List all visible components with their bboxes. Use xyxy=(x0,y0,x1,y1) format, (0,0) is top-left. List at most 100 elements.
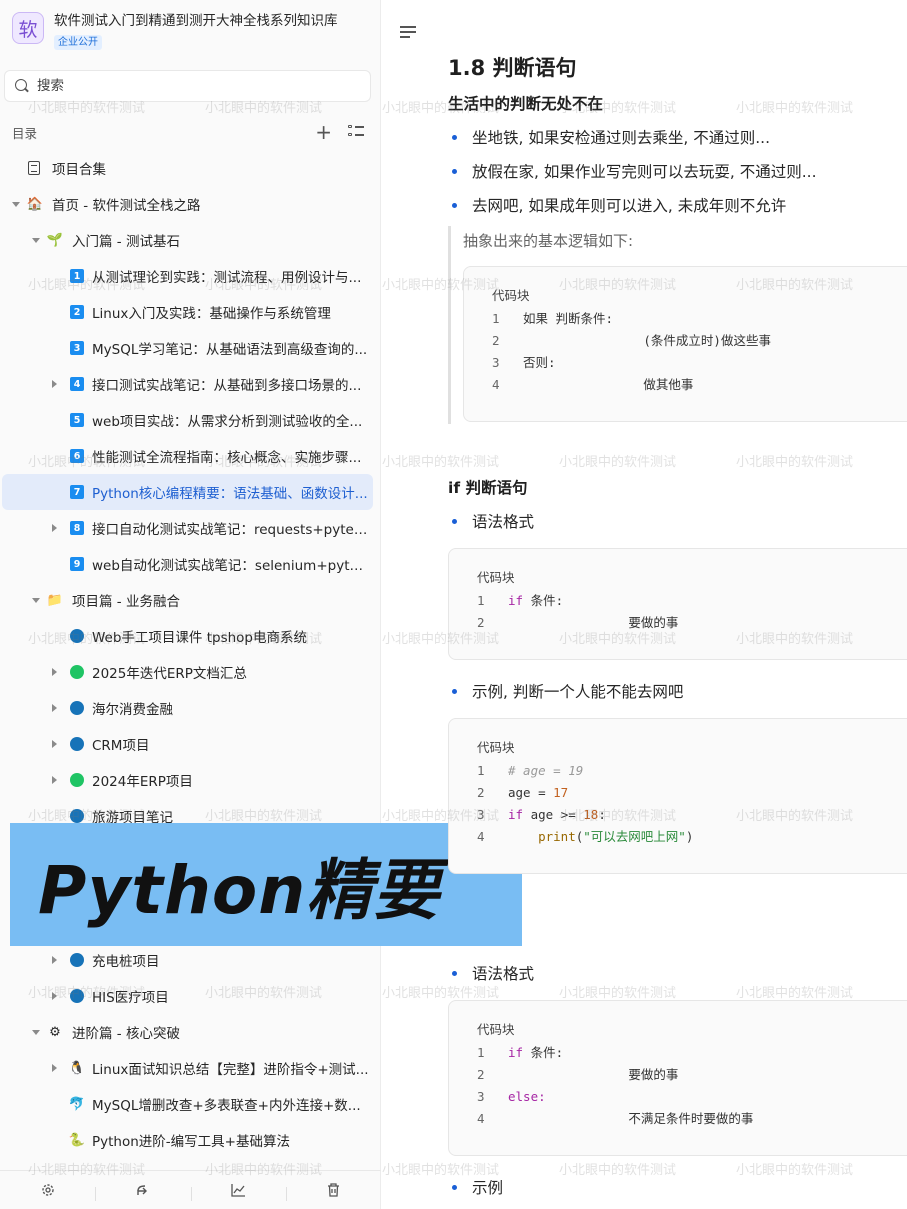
toc-item[interactable]: 7 Python核心编程精要：语法基础、函数设计... xyxy=(2,474,373,510)
code-line: 3 if age >= 18: xyxy=(477,807,606,822)
caret-right-icon[interactable] xyxy=(52,524,57,532)
kb-avatar: 软 xyxy=(12,12,44,44)
code-block[interactable]: 代码块 1 # age = 19 2 age = 17 3 if age >= 18:… xyxy=(448,718,907,874)
toc-item[interactable]: 2 Linux入门及实践：基础操作与系统管理 xyxy=(2,294,373,330)
toc-item-label: 2025年迭代ERP文档汇总 xyxy=(92,666,247,682)
toc-item-label: 接口测试实战笔记：从基础到多接口场景的... xyxy=(92,378,362,394)
caret-down-icon[interactable] xyxy=(32,238,40,243)
number-badge-icon: 8 xyxy=(70,521,84,535)
toc-item-label: 充电桩项目 xyxy=(92,954,160,970)
caret-right-icon[interactable] xyxy=(52,992,57,1000)
toc-item-label: 2024年ERP项目 xyxy=(92,774,193,790)
list-item: 去网吧, 如果成年则可以进入, 未成年则不允许 xyxy=(448,194,786,216)
toc-item[interactable]: 充电桩项目 xyxy=(2,942,373,978)
toc-item[interactable]: 🐧 Linux面试知识总结【完整】进阶指令+测试... xyxy=(2,1050,373,1086)
toc-item[interactable]: CRM项目 xyxy=(2,726,373,762)
banner-text: Python精要 xyxy=(38,851,441,929)
caret-down-icon[interactable] xyxy=(32,1030,40,1035)
globe-dot-icon xyxy=(70,989,84,1003)
toc-header: 目录 + xyxy=(12,122,364,142)
sidebar: 软 软件测试入门到精通到测开大神全栈系列知识库 企业公开 目录 + 项目合集 🏠 首… xyxy=(0,0,381,1209)
toc-item-label: 首页 - 软件测试全栈之路 xyxy=(52,198,201,214)
toc-item-label: Linux面试知识总结【完整】进阶指令+测试... xyxy=(92,1062,369,1078)
toc-item[interactable]: 1 从测试理论到实践：测试流程、用例设计与... xyxy=(2,258,373,294)
caret-right-icon[interactable] xyxy=(52,956,57,964)
toc-item[interactable]: Web手工项目课件 tpshop电商系统 xyxy=(2,618,373,654)
emoji-icon: 🐬 xyxy=(68,1096,86,1112)
list-item: 语法格式 xyxy=(448,962,534,984)
emoji-icon: 📁 xyxy=(46,592,64,608)
number-badge-icon: 6 xyxy=(70,449,84,463)
globe-dot-icon xyxy=(70,773,84,787)
share-icon[interactable] xyxy=(95,1183,190,1201)
code-line: 4 print("可以去网吧上网") xyxy=(477,829,694,844)
number-badge-icon: 4 xyxy=(70,377,84,391)
code-block[interactable]: 代码块 1 if 条件: 2 要做的事 3 else: 4 不满足条件时要做的事 xyxy=(448,1000,907,1156)
emoji-icon: 🏠 xyxy=(26,196,44,212)
toc-item[interactable]: 6 性能测试全流程指南：核心概念、实施步骤... xyxy=(2,438,373,474)
menu-icon[interactable] xyxy=(400,26,416,38)
globe-dot-icon xyxy=(70,665,84,679)
trash-icon[interactable] xyxy=(285,1183,381,1201)
code-line: 4 做其他事 xyxy=(492,377,694,392)
toc-item[interactable]: 9 web自动化测试实战笔记：selenium+pytes... xyxy=(2,546,373,582)
settings-icon[interactable] xyxy=(0,1183,95,1197)
search-icon xyxy=(15,79,29,93)
toc-item[interactable]: 🐬 MySQL增删改查+多表联查+内外连接+数... xyxy=(2,1086,373,1122)
caret-down-icon[interactable] xyxy=(12,202,20,207)
toc-item[interactable]: 4 接口测试实战笔记：从基础到多接口场景的... xyxy=(2,366,373,402)
outline-icon[interactable] xyxy=(348,125,364,139)
toc-tree: 项目合集 🏠 首页 - 软件测试全栈之路 🌱 入门篇 - 测试基石 1 从测试理论到实践：测… xyxy=(2,150,373,1158)
caret-right-icon[interactable] xyxy=(52,668,57,676)
add-icon[interactable]: + xyxy=(315,122,332,142)
search-box[interactable] xyxy=(4,70,371,102)
code-block[interactable]: 代码块 1 如果 判断条件: 2 (条件成立时)做这些事 3 否则: 4 做其他事 xyxy=(463,266,907,422)
toc-item[interactable]: 🐍 Python进阶-编写工具+基础算法 xyxy=(2,1122,373,1158)
list-item: 坐地铁, 如果安检通过则去乘坐, 不通过则... xyxy=(448,126,770,148)
kb-title[interactable]: 软件测试入门到精通到测开大神全栈系列知识库 xyxy=(54,12,338,30)
toc-item-label: Web手工项目课件 tpshop电商系统 xyxy=(92,630,308,646)
toc-item[interactable]: 项目合集 xyxy=(2,150,373,186)
code-line: 1 if 条件: xyxy=(477,593,564,608)
caret-right-icon[interactable] xyxy=(52,704,57,712)
code-block[interactable]: 代码块 1 if 条件: 2 要做的事 xyxy=(448,548,907,660)
list-item: 放假在家, 如果作业写完则可以去玩耍, 不通过则... xyxy=(448,160,817,182)
caret-right-icon[interactable] xyxy=(52,776,57,784)
subheading-life: 生活中的判断无处不在 xyxy=(448,95,604,113)
number-badge-icon: 2 xyxy=(70,305,84,319)
toc-item[interactable]: HIS医疗项目 xyxy=(2,978,373,1014)
toc-item[interactable]: ⚙ 进阶篇 - 核心突破 xyxy=(2,1014,373,1050)
sidebar-bottom-bar xyxy=(0,1170,381,1209)
globe-dot-icon xyxy=(70,737,84,751)
toc-item-label: Linux入门及实践：基础操作与系统管理 xyxy=(92,306,331,322)
toc-item[interactable]: 3 MySQL学习笔记：从基础语法到高级查询的... xyxy=(2,330,373,366)
toc-item-label: 海尔消费金融 xyxy=(92,702,173,718)
code-line: 1 如果 判断条件: xyxy=(492,311,614,326)
code-line: 3 else: xyxy=(477,1089,546,1104)
list-item: 语法格式 xyxy=(448,510,534,532)
code-line: 3 否则: xyxy=(492,355,556,370)
toc-item[interactable]: 📁 项目篇 - 业务融合 xyxy=(2,582,373,618)
toc-item[interactable]: 2025年迭代ERP文档汇总 xyxy=(2,654,373,690)
toc-label: 目录 xyxy=(12,125,38,141)
kb-badge: 企业公开 xyxy=(54,35,102,50)
stats-icon[interactable] xyxy=(190,1183,286,1201)
globe-dot-icon xyxy=(70,629,84,643)
caret-right-icon[interactable] xyxy=(52,380,57,388)
code-line: 1 # age = 19 xyxy=(477,763,584,778)
caret-down-icon[interactable] xyxy=(32,598,40,603)
code-block-title: 代码块 xyxy=(477,1022,515,1037)
toc-item[interactable]: 🏠 首页 - 软件测试全栈之路 xyxy=(2,186,373,222)
globe-dot-icon xyxy=(70,809,84,823)
search-input[interactable] xyxy=(37,78,337,94)
toc-item[interactable]: 5 web项目实战：从需求分析到测试验收的全... xyxy=(2,402,373,438)
toc-item[interactable]: 2024年ERP项目 xyxy=(2,762,373,798)
toc-item[interactable]: 🌱 入门篇 - 测试基石 xyxy=(2,222,373,258)
toc-item[interactable]: 海尔消费金融 xyxy=(2,690,373,726)
caret-right-icon[interactable] xyxy=(52,740,57,748)
caret-right-icon[interactable] xyxy=(52,1064,57,1072)
toc-item-label: 接口自动化测试实战笔记：requests+pytes... xyxy=(92,522,370,538)
toc-item[interactable]: 8 接口自动化测试实战笔记：requests+pytes... xyxy=(2,510,373,546)
blockquote: 抽象出来的基本逻辑如下: 代码块 1 如果 判断条件: 2 (条件成立时)做这些事… xyxy=(448,226,907,424)
knowledge-base-header[interactable]: 软 软件测试入门到精通到测开大神全栈系列知识库 企业公开 xyxy=(12,12,338,52)
